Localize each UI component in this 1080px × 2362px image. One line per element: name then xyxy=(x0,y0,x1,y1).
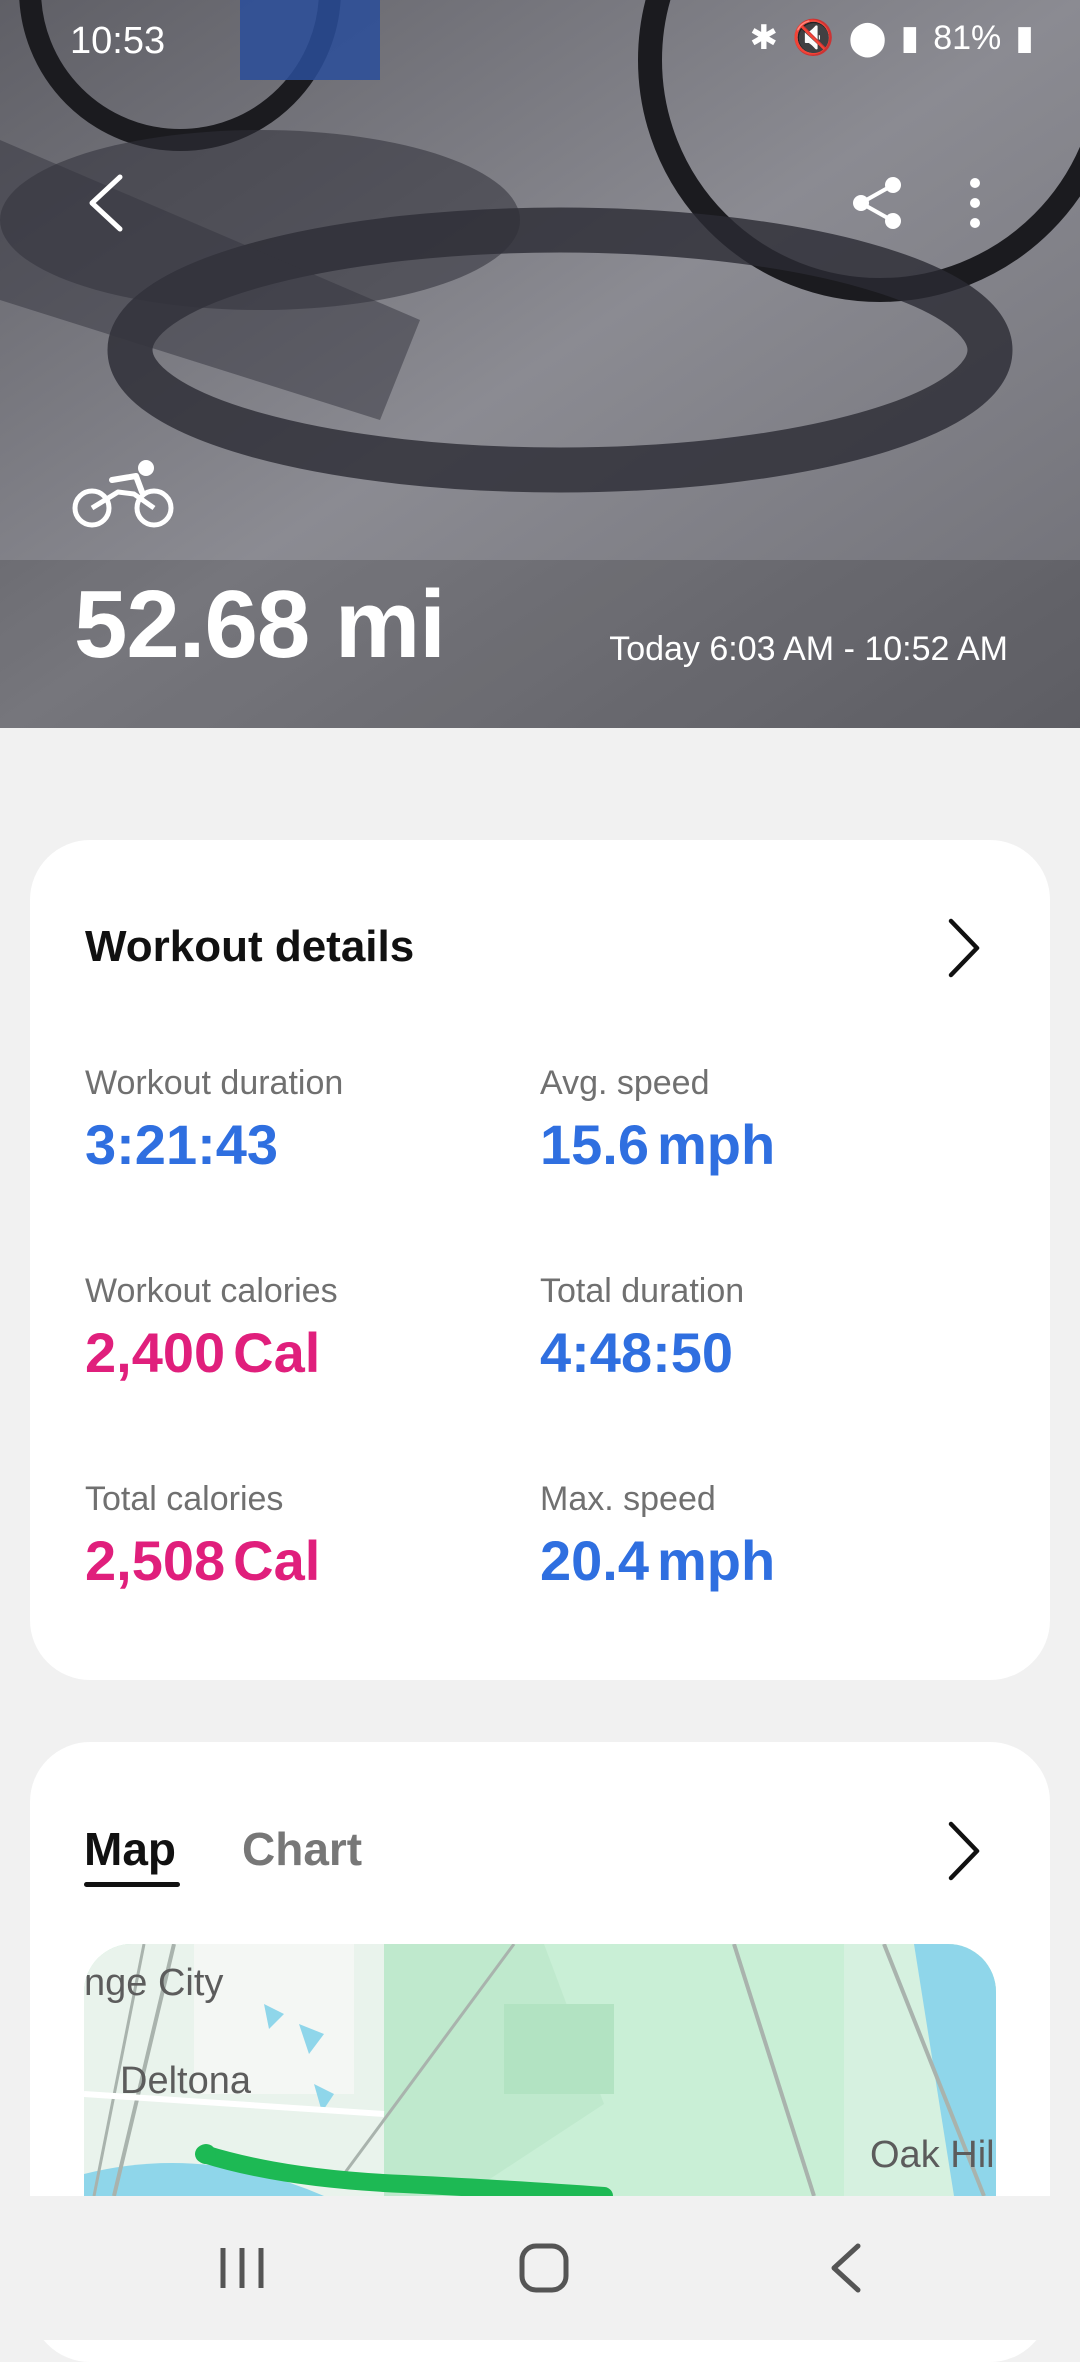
tab-map[interactable]: Map xyxy=(84,1822,176,1876)
map-label-city: Oak Hil xyxy=(870,2134,995,2176)
metric-value: 3:21:43 xyxy=(85,1112,278,1177)
metric-value: 2,508 Cal xyxy=(85,1528,320,1593)
nav-back-button[interactable] xyxy=(756,2196,936,2340)
home-button[interactable] xyxy=(454,2196,634,2340)
recent-apps-button[interactable] xyxy=(152,2196,332,2340)
metric-unit: mph xyxy=(657,1529,776,1592)
metric-value: 2,400 Cal xyxy=(85,1320,320,1385)
share-button[interactable] xyxy=(832,158,922,248)
workout-details-title: Workout details xyxy=(85,922,415,971)
metric-value: 15.6 mph xyxy=(540,1112,775,1177)
system-nav-bar xyxy=(0,2196,1080,2340)
hero-banner: 10:53 ✱ 🔇 ⬤ ▮ 81% ▮ 52.68 mi Today 6:03 … xyxy=(0,0,1080,728)
map-chevron[interactable] xyxy=(928,1816,998,1886)
metric-value: 20.4 mph xyxy=(540,1528,775,1593)
metric-label: Total duration xyxy=(540,1272,745,1310)
metric-unit: Cal xyxy=(233,1321,321,1384)
metric-number: 4:48:50 xyxy=(540,1321,734,1384)
metric-number: 2,400 xyxy=(85,1321,226,1384)
metric-number: 20.4 xyxy=(540,1529,649,1592)
chevron-right-icon xyxy=(948,918,980,978)
back-button[interactable] xyxy=(60,158,150,248)
status-icons: ✱ 🔇 ⬤ ▮ 81% ▮ xyxy=(750,18,1034,58)
status-bar: 10:53 ✱ 🔇 ⬤ ▮ 81% ▮ xyxy=(0,18,1080,68)
metric-label: Workout calories xyxy=(85,1272,338,1310)
more-options-button[interactable] xyxy=(930,158,1020,248)
back-arrow-icon xyxy=(89,174,123,232)
tab-selected-indicator xyxy=(84,1882,180,1887)
tab-chart[interactable]: Chart xyxy=(242,1822,362,1876)
metric-label: Max. speed xyxy=(540,1480,716,1518)
route-map[interactable]: nge City Deltona Oak Hil xyxy=(84,1944,996,2196)
battery-icon: ▮ xyxy=(1015,19,1034,57)
back-chevron-icon xyxy=(831,2243,861,2293)
status-time: 10:53 xyxy=(70,20,166,62)
share-icon xyxy=(853,177,901,229)
battery-text: 81% xyxy=(933,18,1002,57)
home-icon xyxy=(519,2243,569,2293)
metric-number: 2,508 xyxy=(85,1529,226,1592)
more-vertical-icon xyxy=(970,178,980,228)
location-icon: ⬤ xyxy=(848,19,887,57)
metric-value: 4:48:50 xyxy=(540,1320,733,1385)
map-label-city: Deltona xyxy=(120,2060,251,2102)
metric-number: 15.6 xyxy=(540,1113,649,1176)
metric-number: 3:21:43 xyxy=(85,1113,279,1176)
bluetooth-icon: ✱ xyxy=(749,19,779,57)
chevron-right-icon xyxy=(948,1821,980,1881)
bicycle-icon xyxy=(72,460,174,528)
metric-label: Total calories xyxy=(85,1480,284,1518)
metric-unit: Cal xyxy=(233,1529,321,1592)
workout-time-range: Today 6:03 AM - 10:52 AM xyxy=(609,630,1008,668)
mute-icon: 🔇 xyxy=(792,19,835,57)
metric-unit: mph xyxy=(657,1113,776,1176)
metric-label: Avg. speed xyxy=(540,1064,710,1102)
workout-details-chevron[interactable] xyxy=(928,913,998,983)
recent-apps-icon xyxy=(220,2248,264,2288)
map-label-city: nge City xyxy=(84,1962,224,2004)
metric-label: Workout duration xyxy=(85,1064,344,1102)
signal-icon: ▮ xyxy=(900,19,920,57)
distance-value: 52.68 mi xyxy=(74,571,446,678)
